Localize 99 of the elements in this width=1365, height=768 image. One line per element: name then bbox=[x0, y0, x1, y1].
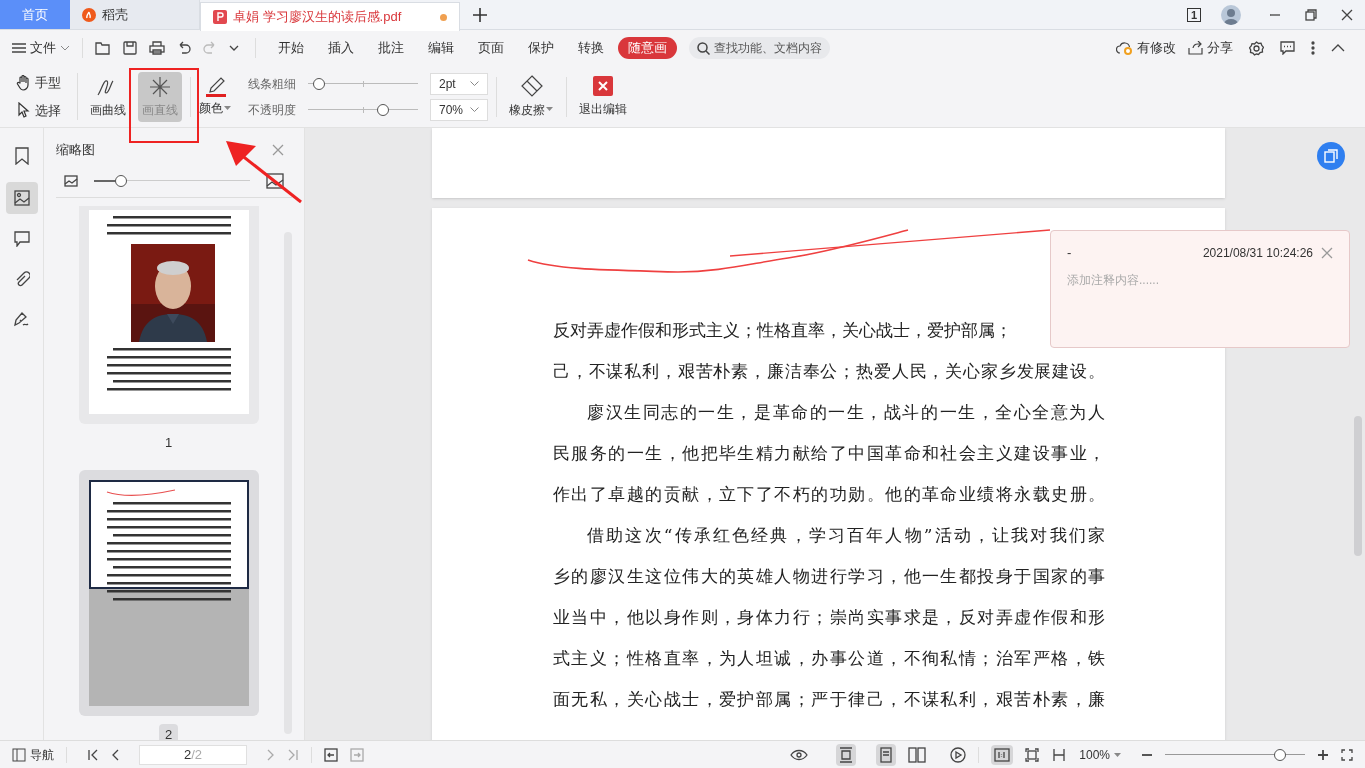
settings-icon[interactable] bbox=[1249, 40, 1264, 56]
large-image-icon[interactable] bbox=[266, 172, 284, 189]
draw-curve-tool[interactable]: 画曲线 bbox=[86, 71, 130, 122]
small-image-icon[interactable] bbox=[64, 174, 78, 187]
page-thumbnail[interactable] bbox=[78, 206, 259, 424]
dropdown-caret-icon[interactable] bbox=[229, 45, 239, 51]
actual-size-icon[interactable] bbox=[991, 744, 1014, 765]
caret-icon bbox=[470, 107, 479, 112]
color-picker-button[interactable]: 颜色 bbox=[191, 76, 240, 117]
sidebar-icon bbox=[12, 747, 26, 762]
collapse-icon[interactable] bbox=[1331, 44, 1345, 52]
share-button[interactable]: 分享 bbox=[1188, 38, 1233, 58]
document-tab[interactable]: 卓娟 学习廖汉生的读后感.pdf bbox=[200, 2, 460, 31]
play-icon[interactable] bbox=[950, 746, 967, 763]
eye-icon[interactable] bbox=[790, 748, 809, 761]
page-number-label: 2 bbox=[158, 723, 179, 740]
continuous-view-icon[interactable] bbox=[876, 743, 897, 766]
caret-icon bbox=[60, 45, 70, 51]
ribbon-tab[interactable]: 插入 bbox=[318, 37, 364, 59]
ribbon-tab[interactable]: 保护 bbox=[518, 37, 564, 59]
text-line: 作出了卓越的贡献，立下了不朽的功勋。他的革命业绩将永载史册。 bbox=[553, 483, 1105, 506]
previous-page-icon[interactable] bbox=[111, 748, 119, 761]
caret-icon bbox=[470, 81, 479, 86]
cloud-icon bbox=[1116, 41, 1133, 55]
exit-edit-button[interactable]: 退出编辑 bbox=[567, 75, 639, 118]
ribbon-tab[interactable]: 转换 bbox=[568, 37, 614, 59]
user-avatar[interactable] bbox=[1221, 4, 1241, 25]
open-folder-icon[interactable] bbox=[95, 41, 111, 55]
caret-icon bbox=[1114, 752, 1121, 757]
select-tool[interactable]: 选择 bbox=[16, 100, 61, 120]
eraser-icon bbox=[520, 74, 543, 97]
zoom-in-icon[interactable] bbox=[1317, 748, 1329, 761]
caret-icon bbox=[546, 107, 554, 112]
search-field[interactable]: 查找功能、文档内容 bbox=[689, 37, 830, 59]
more-icon[interactable] bbox=[1311, 41, 1315, 55]
close-icon[interactable] bbox=[1341, 8, 1353, 21]
thumbnail-size-slider[interactable] bbox=[94, 174, 250, 187]
page-thumbnail[interactable] bbox=[78, 469, 259, 716]
copy-icon bbox=[1324, 149, 1338, 163]
flame-logo-icon bbox=[82, 7, 96, 22]
sync-status-button[interactable]: 有修改 bbox=[1116, 38, 1176, 58]
hand-icon bbox=[16, 74, 31, 91]
text-line: 己，不谋私利，艰苦朴素，廉洁奉公；热爱人民，关心家乡发展建设。 bbox=[553, 360, 1105, 383]
fit-width-icon[interactable] bbox=[1051, 747, 1068, 762]
document-tab[interactable]: 稻壳 bbox=[70, 0, 200, 29]
text-line: 借助这次“传承红色经典，学习百年人物”活动，让我对我们家 bbox=[586, 524, 1105, 547]
two-page-view-icon[interactable] bbox=[908, 746, 927, 763]
single-page-view-icon[interactable] bbox=[836, 743, 857, 766]
thumbnail-icon[interactable] bbox=[5, 182, 38, 214]
page-number-label: 1 bbox=[163, 434, 174, 452]
setting-label: 线条粗细 bbox=[248, 75, 296, 93]
eraser-button[interactable]: 橡皮擦 bbox=[497, 74, 566, 119]
navigation-button[interactable]: 导航 bbox=[12, 745, 54, 764]
page-number-field[interactable]: 2/2 bbox=[139, 744, 247, 765]
close-icon bbox=[593, 75, 613, 96]
fit-page-icon[interactable] bbox=[1025, 747, 1040, 762]
restore-icon[interactable] bbox=[1305, 8, 1317, 21]
zoom-dropdown[interactable]: 100% bbox=[1079, 745, 1121, 764]
text-line: 廖汉生同志的一生，是革命的一生，战斗的一生，全心全意为人 bbox=[586, 401, 1105, 424]
share-icon bbox=[1188, 41, 1203, 55]
ribbon-tab[interactable]: 编辑 bbox=[418, 37, 464, 59]
text-line: 反对弄虚作假和形式主义；性格直率，关心战士，爱护部属； bbox=[553, 319, 1013, 342]
ribbon-tab[interactable]: 随意画 bbox=[618, 37, 677, 59]
undo-icon[interactable] bbox=[177, 41, 191, 55]
caret-icon bbox=[224, 105, 232, 111]
pdf-file-icon bbox=[213, 10, 227, 24]
comment-author: - bbox=[1067, 244, 1072, 262]
ribbon-tab[interactable]: 页面 bbox=[468, 37, 514, 59]
search-icon bbox=[697, 41, 710, 55]
print-icon[interactable] bbox=[149, 41, 165, 55]
opacity-dropdown[interactable]: 70% bbox=[430, 98, 488, 121]
starburst-icon bbox=[147, 74, 173, 99]
save-icon[interactable] bbox=[123, 41, 137, 55]
scrollbar[interactable] bbox=[1354, 416, 1362, 556]
panel-title: 缩略图 bbox=[56, 141, 95, 160]
text-line: 民服务的一生，他把毕生精力献给了中国革命和社会主义建设事业， bbox=[553, 442, 1105, 465]
text-line: 式主义；性格直率，为人坦诚，办事公道，不徇私情；治军严格，铁 bbox=[553, 647, 1105, 670]
line-width-slider[interactable] bbox=[308, 77, 418, 90]
floating-tool-button[interactable] bbox=[1317, 142, 1345, 170]
text-line: 面无私，关心战士，爱护部属；严于律己，不谋私利，艰苦朴素，廉 bbox=[553, 688, 1105, 711]
feedback-icon[interactable] bbox=[1280, 41, 1295, 55]
window-count-badge[interactable]: 1 bbox=[1186, 7, 1201, 22]
first-page-icon[interactable] bbox=[87, 748, 99, 761]
hand-tool[interactable]: 手型 bbox=[16, 73, 61, 93]
opacity-slider[interactable] bbox=[308, 103, 418, 116]
zoom-slider[interactable] bbox=[1165, 748, 1305, 761]
text-line: 乡的廖汉生这位伟大的英雄人物进行学习，他一生都投身于国家的事 bbox=[553, 565, 1105, 588]
comment-timestamp: 2021/08/31 10:24:26 bbox=[1202, 244, 1313, 262]
text-line: 业当中，他以身作则，身体力行；崇尚实事求是，反对弄虚作假和形 bbox=[553, 606, 1105, 629]
cursor-icon bbox=[16, 102, 31, 119]
menu-icon bbox=[12, 42, 26, 54]
setting-label: 不透明度 bbox=[248, 101, 296, 119]
plus-icon bbox=[473, 7, 487, 22]
ribbon-tab[interactable]: 开始 bbox=[268, 37, 314, 59]
line-width-dropdown[interactable]: 2pt bbox=[430, 72, 488, 95]
file-menu[interactable]: 文件 bbox=[12, 38, 74, 58]
ribbon-tab[interactable]: 批注 bbox=[368, 37, 414, 59]
fullscreen-icon[interactable] bbox=[1341, 748, 1353, 761]
back-icon[interactable] bbox=[324, 747, 338, 762]
